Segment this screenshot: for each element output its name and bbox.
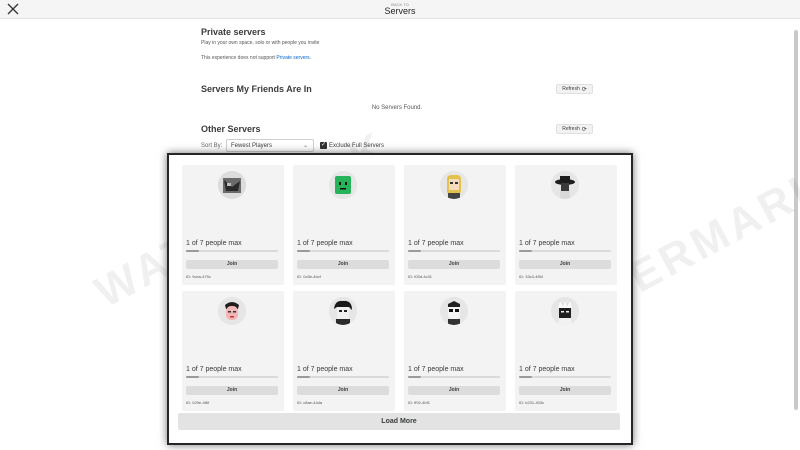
join-button[interactable]: Join — [297, 260, 389, 269]
player-count: 1 of 7 people max — [297, 366, 353, 373]
top-bar: BACK TO Servers — [0, 0, 800, 19]
capacity-fill — [519, 376, 532, 378]
private-servers-subtitle: Play in your own space, solo or with peo… — [201, 40, 320, 46]
servers-popup: 1 of 7 people max Join ID: 9cea-479c 1 o… — [167, 153, 633, 445]
server-id: ID: f03d-4c31 — [408, 274, 433, 279]
capacity-bar — [186, 376, 278, 378]
chevron-down-icon: ⌄ — [302, 143, 308, 149]
private-servers-title: Private servers — [201, 27, 266, 37]
server-id: ID: ff92-4bf1 — [408, 400, 430, 405]
capacity-bar — [297, 250, 389, 252]
checkbox-checked-icon[interactable]: ✓ — [320, 142, 327, 149]
no-servers-message: No Servers Found. — [371, 105, 423, 111]
server-grid: 1 of 7 people max Join ID: 9cea-479c 1 o… — [182, 165, 617, 411]
exclude-full-servers[interactable]: ✓ Exclude Full Servers — [320, 142, 384, 149]
refresh-icon: ⟳ — [581, 86, 587, 93]
player-count: 1 of 7 people max — [408, 240, 464, 247]
black-hat-avatar-icon — [551, 171, 579, 199]
server-card: 1 of 7 people max Join ID: c8ae-44da — [293, 291, 395, 411]
join-button[interactable]: Join — [297, 386, 389, 395]
join-button[interactable]: Join — [186, 260, 278, 269]
refresh-label: Refresh — [562, 126, 580, 132]
grey-camo-avatar-icon — [218, 171, 246, 199]
server-id: ID: c8ae-44da — [297, 400, 323, 405]
capacity-bar — [186, 250, 278, 252]
notice-text: This experience does not support — [201, 55, 275, 61]
player-count: 1 of 7 people max — [186, 240, 242, 247]
server-id: ID: 029e-4f6f — [186, 400, 210, 405]
server-id: ID: 9cea-479c — [186, 274, 211, 279]
join-button[interactable]: Join — [408, 386, 500, 395]
green-block-avatar-icon — [329, 171, 357, 199]
join-button[interactable]: Join — [408, 260, 500, 269]
capacity-fill — [408, 250, 421, 252]
sort-value: Fewest Players — [231, 143, 273, 149]
other-refresh-button[interactable]: Refresh ⟳ — [556, 124, 593, 134]
player-count: 1 of 7 people max — [297, 240, 353, 247]
join-button[interactable]: Join — [519, 386, 611, 395]
capacity-fill — [408, 376, 421, 378]
sort-select[interactable]: Fewest Players ⌄ — [226, 139, 314, 152]
server-card: 1 of 7 people max Join ID: f03d-4c31 — [404, 165, 506, 285]
capacity-fill — [519, 250, 532, 252]
join-button[interactable]: Join — [519, 260, 611, 269]
load-more-button[interactable]: Load More — [178, 413, 620, 430]
refresh-label: Refresh — [562, 86, 580, 92]
exclude-label: Exclude Full Servers — [329, 142, 385, 149]
blonde-avatar-icon — [440, 171, 468, 199]
white-hair-avatar-icon — [551, 297, 579, 325]
friends-refresh-button[interactable]: Refresh ⟳ — [556, 84, 593, 94]
capacity-bar — [408, 376, 500, 378]
other-servers-title: Other Servers — [201, 124, 261, 134]
player-count: 1 of 7 people max — [519, 366, 575, 373]
server-card: 1 of 7 people max Join ID: ff92-4bf1 — [404, 291, 506, 411]
capacity-bar — [297, 376, 389, 378]
capacity-fill — [297, 250, 310, 252]
capacity-bar — [519, 376, 611, 378]
player-count: 1 of 7 people max — [408, 366, 464, 373]
player-count: 1 of 7 people max — [186, 366, 242, 373]
pink-face-avatar-icon — [218, 297, 246, 325]
private-servers-link[interactable]: Private servers. — [276, 55, 311, 61]
friends-servers-title: Servers My Friends Are In — [201, 84, 312, 94]
capacity-bar — [519, 250, 611, 252]
masked-avatar-icon — [440, 297, 468, 325]
server-card: 1 of 7 people max Join ID: 029e-4f6f — [182, 291, 284, 411]
server-id: ID: 0c5b-4bcf — [297, 274, 321, 279]
capacity-fill — [186, 250, 199, 252]
dark-hair-avatar-icon — [329, 297, 357, 325]
player-count: 1 of 7 people max — [519, 240, 575, 247]
capacity-fill — [297, 376, 310, 378]
server-card: 1 of 7 people max Join ID: b231-403c — [515, 291, 617, 411]
capacity-fill — [186, 376, 199, 378]
server-card: 1 of 7 people max Join ID: 9cea-479c — [182, 165, 284, 285]
server-id: ID: 33c3-4f54 — [519, 274, 544, 279]
server-card: 1 of 7 people max Join ID: 33c3-4f54 — [515, 165, 617, 285]
sort-label: Sort By: — [201, 143, 223, 149]
server-id: ID: b231-403c — [519, 400, 545, 405]
refresh-icon: ⟳ — [581, 126, 587, 133]
server-card: 1 of 7 people max Join ID: 0c5b-4bcf — [293, 165, 395, 285]
page-title: Servers — [384, 6, 416, 16]
private-servers-notice: This experience does not support Private… — [201, 55, 311, 61]
capacity-bar — [408, 250, 500, 252]
join-button[interactable]: Join — [186, 386, 278, 395]
